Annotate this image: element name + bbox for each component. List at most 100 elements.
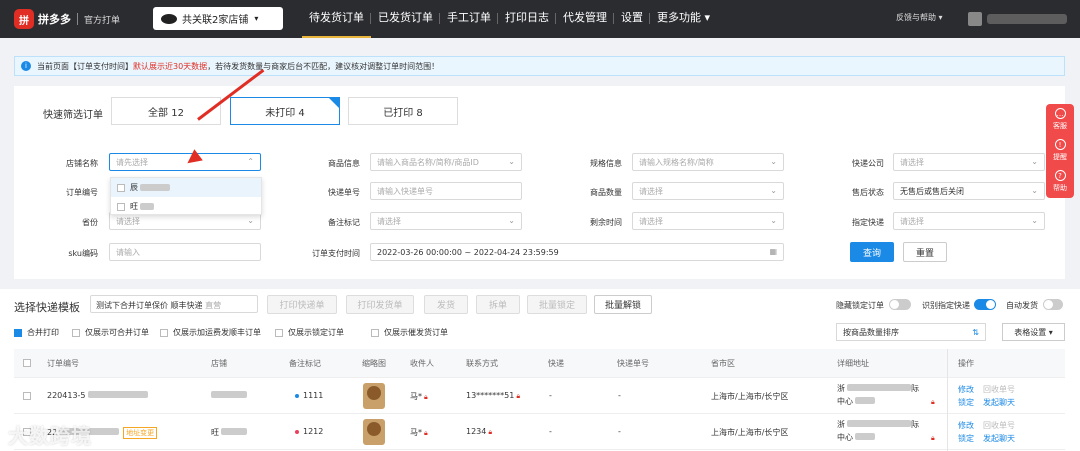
nav-shipped-orders[interactable]: 已发货订单: [371, 0, 440, 38]
address-line1: 浙际: [837, 420, 919, 429]
sku-code-input[interactable]: 请输入: [109, 243, 261, 261]
phone-cell: 1234 🔒︎: [466, 427, 493, 436]
table-row[interactable]: 220413-5 1111 马* 🔒︎ 13*******51 🔒︎ - - 上海市…: [14, 378, 1065, 414]
fixed-column-divider: [947, 349, 948, 451]
product-qty-label: 商品数量: [590, 188, 622, 197]
row-checkbox[interactable]: [23, 392, 31, 400]
side-float-panel: … 客服 ! 提醒 ? 帮助: [1046, 104, 1074, 198]
help-icon: ?: [1054, 170, 1066, 181]
hide-locked-toggle[interactable]: [889, 299, 911, 310]
shop-cell: [211, 391, 247, 400]
notice-banner: i 当前页面【订单支付时间】 默认展示近30天数据 ，若待发货数量与商家后台不匹…: [14, 56, 1065, 76]
checkbox-checked[interactable]: [14, 328, 22, 337]
tracking-no-input[interactable]: 请输入快递单号: [370, 182, 522, 200]
select-all-checkbox[interactable]: [23, 359, 31, 367]
auto-ship-toggle[interactable]: [1043, 299, 1063, 310]
designated-express-label: 指定快递: [852, 218, 884, 227]
section-title: 选择快递模板: [14, 301, 80, 314]
reset-button[interactable]: 重置: [903, 242, 947, 262]
express-company-select[interactable]: 请选择 ⌄: [893, 153, 1045, 171]
recognize-express-toggle[interactable]: [974, 299, 996, 310]
nav-more[interactable]: 更多功能 ▾: [650, 0, 717, 38]
lock-icon: 🔒︎: [424, 429, 428, 437]
batch-lock-button[interactable]: 批量锁定: [527, 295, 587, 314]
notice-prefix: 当前页面【订单支付时间】: [37, 61, 133, 71]
selected-corner-icon: [329, 98, 339, 108]
checkbox[interactable]: [117, 202, 125, 211]
lock-link[interactable]: 锁定: [958, 397, 974, 408]
checkbox[interactable]: [117, 183, 125, 192]
col-recipient: 收件人: [410, 359, 434, 368]
split-order-button[interactable]: 拆单: [476, 295, 520, 314]
remark-flag-select[interactable]: 请选择 ⌄: [370, 212, 522, 230]
edit-link[interactable]: 修改: [958, 384, 974, 395]
nav-print-log[interactable]: 打印日志: [498, 0, 556, 38]
aftersale-status-select[interactable]: 无售后或售后关闭 ⌄: [893, 182, 1045, 200]
shop-selector[interactable]: 共关联2家店铺 ▾: [153, 7, 283, 30]
logo[interactable]: 拼 拼多多 官方打单: [14, 9, 120, 29]
col-thumbnail: 缩略图: [362, 359, 386, 368]
nav-pending-orders[interactable]: 待发货订单: [302, 0, 371, 38]
pay-time-label: 订单支付时间: [312, 249, 360, 258]
print-express-button[interactable]: 打印快递单: [267, 295, 337, 314]
nav-settings[interactable]: 设置: [614, 0, 650, 38]
product-info-label: 商品信息: [328, 159, 360, 168]
remark-flag-label: 备注标记: [328, 218, 360, 227]
batch-unlock-button[interactable]: 批量解锁: [594, 295, 652, 314]
customer-service-button[interactable]: … 客服: [1046, 104, 1074, 135]
option-urge-only[interactable]: 仅展示催发货订单: [371, 327, 448, 338]
checkbox[interactable]: [72, 328, 80, 337]
nav-dropship[interactable]: 代发管理: [556, 0, 614, 38]
start-chat-link[interactable]: 发起聊天: [983, 433, 1015, 444]
checkbox[interactable]: [275, 328, 283, 337]
lock-icon: 🔒︎: [516, 392, 521, 400]
address-change-tag: 地址变更: [123, 427, 158, 439]
col-tracking-no: 快递单号: [617, 359, 649, 368]
table-row[interactable]: 22 地址变更 旺 1212 马* 🔒︎ 1234 🔒︎ - - 上海市/上海市/长宁…: [14, 414, 1065, 450]
chevron-up-icon: ⌃: [247, 157, 254, 166]
shop-selector-label: 共关联2家店铺: [182, 15, 249, 26]
calendar-icon: ▦: [769, 247, 777, 256]
product-info-input[interactable]: 请输入商品名称/简称/商品ID ⌄: [370, 153, 522, 171]
option-mergeable-only[interactable]: 仅展示可合并订单: [72, 327, 149, 338]
option-locked-only[interactable]: 仅展示锁定订单: [275, 327, 344, 338]
remark-cell: 1212: [295, 427, 323, 436]
avatar[interactable]: [968, 12, 982, 26]
recipient-cell: 马* 🔒︎: [410, 428, 428, 437]
designated-express-select[interactable]: 请选择 ⌄: [893, 212, 1045, 230]
print-delivery-button[interactable]: 打印发货单: [346, 295, 414, 314]
start-chat-link[interactable]: 发起聊天: [983, 397, 1015, 408]
ship-button[interactable]: 发货: [424, 295, 468, 314]
help-button[interactable]: ? 帮助: [1046, 166, 1074, 197]
table-settings-button[interactable]: 表格设置 ▾: [1002, 323, 1065, 341]
main-nav: 待发货订单 已发货订单 手工订单 打印日志 代发管理 设置 更多功能 ▾: [302, 0, 717, 38]
product-qty-select[interactable]: 请选择 ⌄: [632, 182, 784, 200]
reminder-button[interactable]: ! 提醒: [1046, 135, 1074, 166]
remain-time-select[interactable]: 请选择 ⌄: [632, 212, 784, 230]
spec-info-input[interactable]: 请输入规格名称/简称 ⌄: [632, 153, 784, 171]
tab-printed[interactable]: 已打印 8: [348, 97, 458, 125]
checkbox[interactable]: [371, 328, 379, 337]
query-button[interactable]: 查询: [850, 242, 894, 262]
checkbox[interactable]: [160, 328, 168, 337]
feedback-help-link[interactable]: 反馈与帮助 ▾: [896, 12, 943, 23]
user-name-redacted[interactable]: [987, 14, 1067, 24]
nav-manual-orders[interactable]: 手工订单: [440, 0, 498, 38]
edit-link[interactable]: 修改: [958, 420, 974, 431]
tracking-no-label: 快递单号: [328, 188, 360, 197]
recycle-tracking-link[interactable]: 回收单号: [983, 420, 1015, 431]
tab-unprinted[interactable]: 未打印 4: [230, 97, 340, 125]
product-thumbnail[interactable]: [363, 419, 385, 445]
pay-time-range-input[interactable]: 2022-03-26 00:00:00 ~ 2022-04-24 23:59:5…: [370, 243, 784, 261]
lock-link[interactable]: 锁定: [958, 433, 974, 444]
region-cell: 上海市/上海市/长宁区: [711, 392, 789, 401]
chevron-down-icon: ⌄: [770, 157, 777, 166]
sort-select[interactable]: 按商品数量排序 ⇅: [836, 323, 986, 341]
product-thumbnail[interactable]: [363, 383, 385, 409]
option-sf-freight-only[interactable]: 仅展示加运费发顺丰订单: [160, 327, 261, 338]
recycle-tracking-link[interactable]: 回收单号: [983, 384, 1015, 395]
option-merge-print[interactable]: 合并打印: [14, 327, 59, 338]
dropdown-option[interactable]: 辰: [111, 178, 261, 197]
dropdown-option[interactable]: 旺: [111, 197, 261, 216]
bell-icon: !: [1054, 139, 1066, 150]
